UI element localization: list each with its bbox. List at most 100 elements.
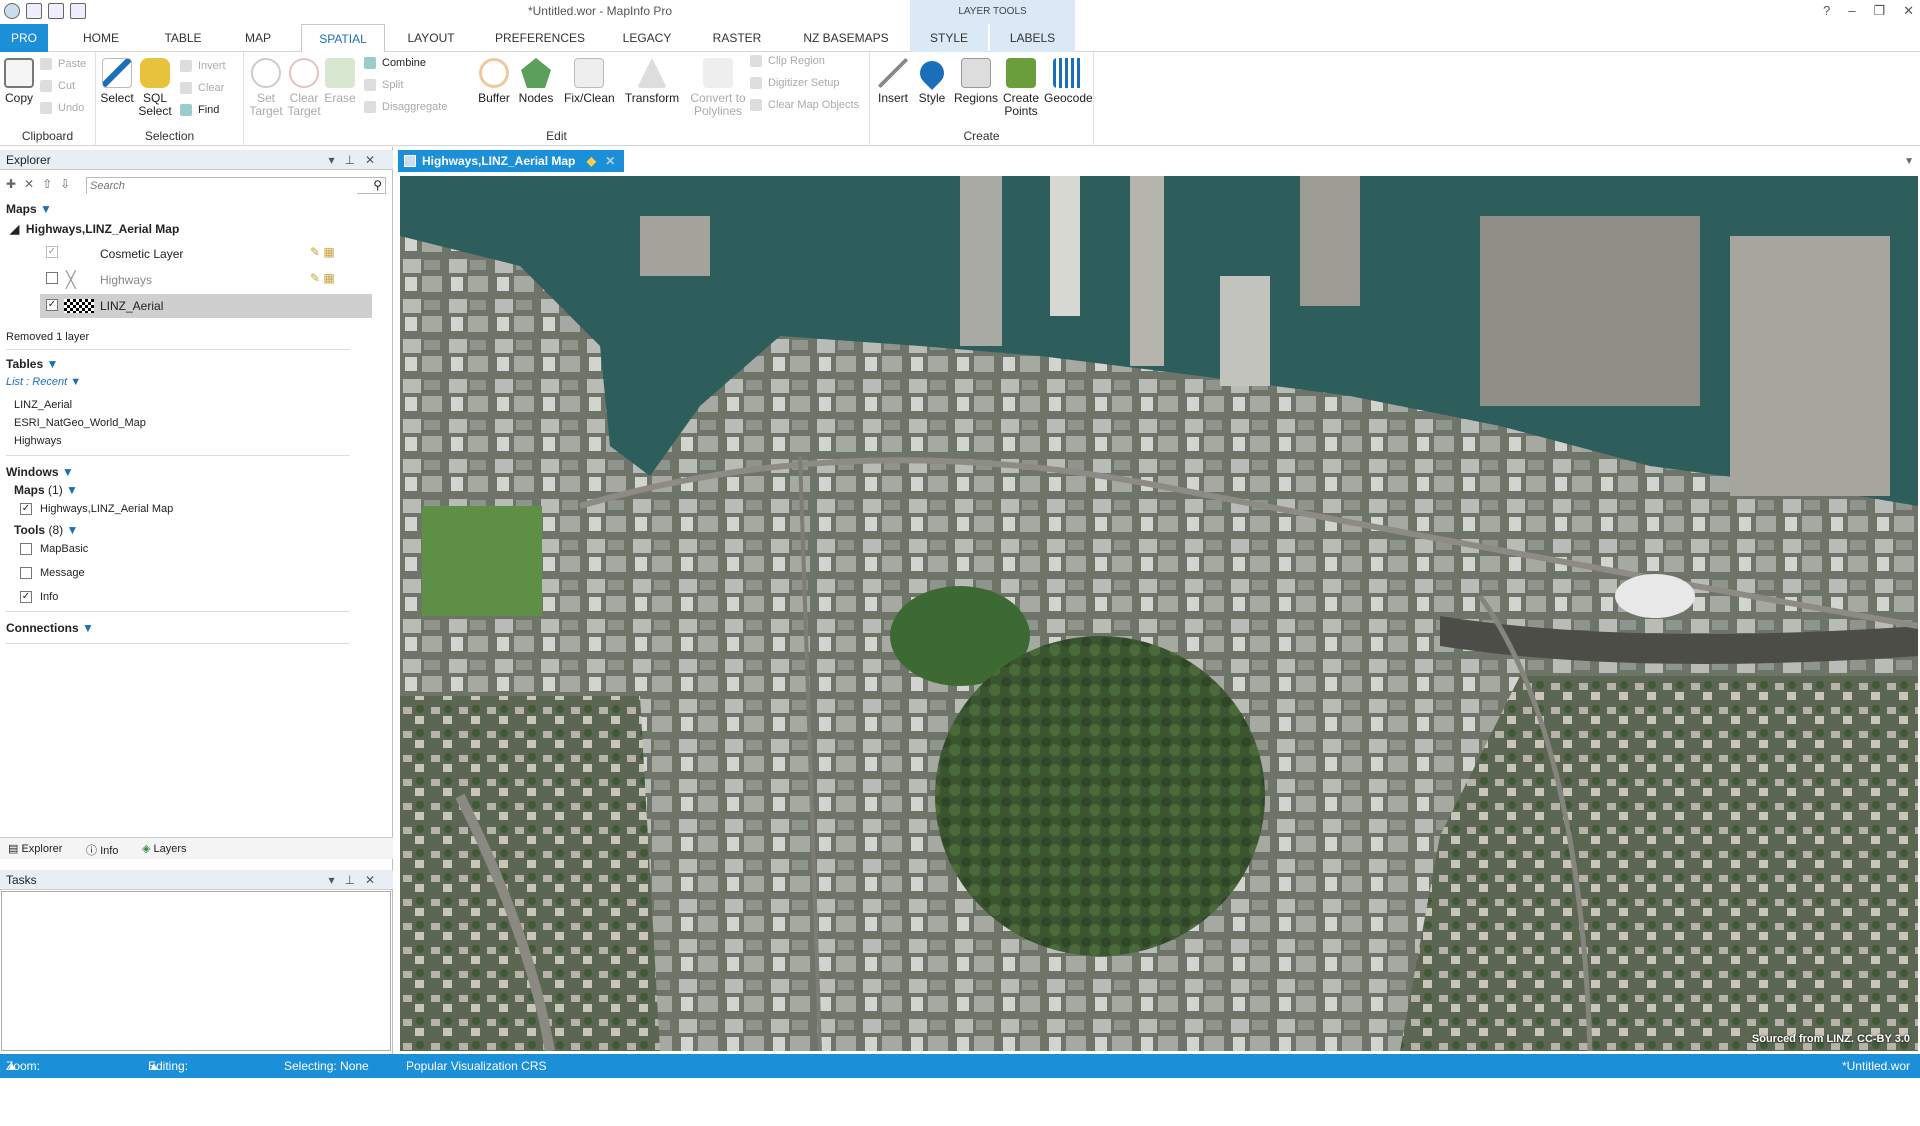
nodes-button[interactable]: Nodes	[518, 58, 554, 105]
crs-status[interactable]: Popular Visualization CRS	[406, 1054, 547, 1078]
layer-visibility-checkbox[interactable]: ✓	[46, 246, 58, 258]
table-list-item[interactable]: ESRI_NatGeo_World_Map	[14, 417, 146, 429]
window-checkbox[interactable]: ✓	[20, 503, 32, 515]
pin-icon[interactable]: ◆	[587, 154, 596, 168]
panel-tab-explorer[interactable]: ▤ Explorer	[8, 842, 62, 855]
tab-map[interactable]: MAP	[230, 24, 286, 52]
sql-select-button[interactable]: SQL Select	[138, 58, 172, 118]
layer-visibility-checkbox[interactable]	[46, 272, 58, 284]
windows-section-header[interactable]: Windows ▼	[6, 465, 74, 479]
map-tree-item[interactable]: ◢ Highways,LINZ_Aerial Map	[10, 222, 179, 236]
left-panel: Explorer ▾⊥✕ ✚✕⇧⇩ ⚲ Maps ▼ ◢ Highways,LI…	[0, 147, 393, 1054]
panel-tab-layers[interactable]: ◈ Layers	[142, 842, 187, 855]
tools-window-group[interactable]: Tools (8) ▼	[14, 523, 78, 537]
clear-target-button[interactable]: Clear Target	[286, 58, 322, 118]
layer-visibility-checkbox[interactable]: ✓	[46, 299, 58, 311]
map-view[interactable]: Sourced from LINZ. CC-BY 3.0	[400, 176, 1918, 1051]
copy-button[interactable]: Copy	[4, 58, 34, 105]
paste-button[interactable]: Paste	[40, 55, 86, 73]
search-input[interactable]	[87, 178, 357, 194]
list-recent-dropdown[interactable]: List : Recent ▼	[6, 376, 81, 388]
fix-clean-button[interactable]: Fix/Clean	[564, 58, 615, 105]
connections-section-header[interactable]: Connections ▼	[6, 621, 94, 635]
tab-preferences[interactable]: PREFERENCES	[490, 24, 590, 52]
layer-name: Cosmetic Layer	[100, 247, 184, 261]
table-list-item[interactable]: Highways	[14, 435, 62, 447]
help-icon[interactable]: ?	[1823, 3, 1830, 19]
set-target-button[interactable]: Set Target	[248, 58, 284, 118]
tab-raster[interactable]: RASTER	[706, 24, 768, 52]
ribbon-tabs: PRO HOME TABLE MAP SPATIAL LAYOUT PREFER…	[0, 24, 1920, 53]
erase-button[interactable]: Erase	[324, 58, 356, 105]
tool-item[interactable]: Info	[40, 591, 58, 603]
digitizer-setup-button[interactable]: Digitizer Setup	[750, 74, 840, 92]
tab-style[interactable]: STYLE	[910, 24, 988, 52]
context-tab-group-label: LAYER TOOLS	[910, 0, 1075, 24]
tool-checkbox[interactable]: ✓	[20, 591, 32, 603]
convert-to-polylines-button[interactable]: Convert to Polylines	[688, 58, 748, 118]
tab-spatial[interactable]: SPATIAL	[301, 24, 385, 53]
tab-table[interactable]: TABLE	[152, 24, 214, 52]
tables-section-header[interactable]: Tables ▼	[6, 357, 58, 371]
invert-button[interactable]: Invert	[180, 57, 226, 75]
select-button[interactable]: Select	[100, 58, 134, 105]
tool-checkbox[interactable]	[20, 567, 32, 579]
layer-row[interactable]: ✓ Cosmetic Layer ✎ ▦	[40, 242, 372, 266]
window-item[interactable]: Highways,LINZ_Aerial Map	[40, 503, 173, 515]
clip-region-button[interactable]: Clip Region	[750, 52, 825, 70]
clear-map-objects-button[interactable]: Clear Map Objects	[750, 96, 859, 114]
transform-button[interactable]: Transform	[622, 58, 682, 105]
divider	[6, 643, 350, 644]
editing-status[interactable]: Editing: None ▲	[148, 1054, 188, 1097]
close-icon[interactable]: ✕	[605, 154, 615, 168]
clear-button[interactable]: Clear	[180, 79, 224, 97]
tool-checkbox[interactable]	[20, 543, 32, 555]
explorer-status-message: Removed 1 layer	[6, 331, 90, 343]
insert-button[interactable]: Insert	[874, 58, 912, 105]
split-button[interactable]: Split	[364, 76, 403, 94]
map-window-tab[interactable]: Highways,LINZ_Aerial Map ◆ ✕	[398, 150, 624, 172]
buffer-button[interactable]: Buffer	[476, 58, 512, 105]
create-points-button[interactable]: Create Points	[1000, 58, 1042, 118]
tab-pro[interactable]: PRO	[0, 24, 48, 52]
layer-row[interactable]: ╳ Highways ✎ ▦	[40, 268, 372, 292]
chevron-down-icon: ▼	[66, 483, 78, 497]
explorer-icon: ▤	[8, 843, 19, 855]
tab-home[interactable]: HOME	[70, 24, 132, 52]
disaggregate-button[interactable]: Disaggregate	[364, 98, 447, 116]
edit-pencil-icon[interactable]: ✎ ▦	[310, 245, 335, 259]
tab-layout[interactable]: LAYOUT	[398, 24, 464, 52]
regions-button[interactable]: Regions	[954, 58, 998, 105]
zoom-status[interactable]: Zoom: 2.895 km ▲	[6, 1054, 40, 1121]
minimize-icon[interactable]: –	[1848, 3, 1855, 19]
tool-item[interactable]: MapBasic	[40, 543, 88, 555]
geocode-button[interactable]: Geocode	[1044, 58, 1093, 105]
tab-nz-basemaps[interactable]: NZ BASEMAPS	[796, 24, 896, 52]
edit-pencil-icon[interactable]: ✎ ▦	[310, 271, 335, 285]
explorer-toolbar[interactable]: ✚✕⇧⇩	[6, 177, 78, 191]
layer-row-selected[interactable]: ✓ LINZ_Aerial	[40, 294, 372, 318]
maps-window-group[interactable]: Maps (1) ▼	[14, 483, 78, 497]
xy-points-icon	[1006, 58, 1036, 88]
tab-legacy[interactable]: LEGACY	[616, 24, 678, 52]
undo-button[interactable]: Undo	[40, 99, 84, 117]
find-button[interactable]: Find	[180, 101, 219, 119]
search-icon[interactable]: ⚲	[373, 178, 382, 192]
panel-controls[interactable]: ▾⊥✕	[328, 150, 385, 170]
close-icon[interactable]: ✕	[1903, 3, 1914, 19]
target-icon	[251, 58, 281, 88]
tab-list-dropdown-icon[interactable]: ▼	[1904, 156, 1914, 167]
chevron-down-icon: ▼	[82, 621, 94, 635]
cut-button[interactable]: Cut	[40, 77, 75, 95]
style-button[interactable]: Style	[914, 56, 950, 105]
panel-controls[interactable]: ▾⊥✕	[328, 870, 385, 890]
chevron-down-icon: ▼	[46, 357, 59, 371]
maps-section-header[interactable]: Maps ▼	[6, 202, 52, 216]
selection-group: Select SQL Select Invert Clear Find Sele…	[96, 52, 244, 146]
combine-button[interactable]: Combine	[364, 54, 426, 72]
tool-item[interactable]: Message	[40, 567, 85, 579]
panel-tab-info[interactable]: ⓘ Info	[86, 842, 118, 858]
tab-labels[interactable]: LABELS	[990, 24, 1075, 52]
restore-icon[interactable]: ❐	[1873, 3, 1885, 19]
table-list-item[interactable]: LINZ_Aerial	[14, 399, 72, 411]
